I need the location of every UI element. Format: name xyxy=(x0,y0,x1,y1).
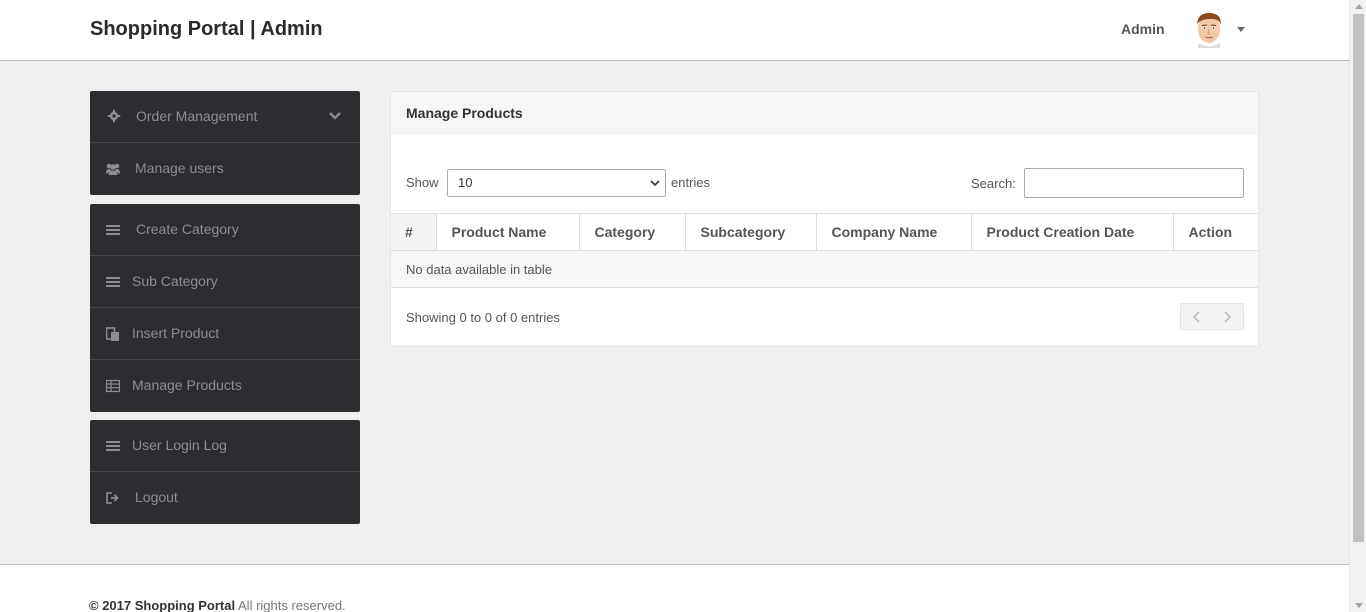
sidebar-item-label: Manage users xyxy=(135,160,224,176)
sidebar-group-account: User Login Log Logout xyxy=(90,420,360,524)
chevron-down-icon[interactable] xyxy=(328,111,342,121)
list-icon xyxy=(106,441,120,451)
footer: © 2017 Shopping Portal All rights reserv… xyxy=(0,564,1349,612)
sidebar-group-catalog: Create Category Sub Category Insert Prod… xyxy=(90,204,360,412)
sidebar-item-user-login-log[interactable]: User Login Log xyxy=(90,420,360,472)
sidebar-item-label: Order Management xyxy=(136,108,258,124)
table-icon xyxy=(106,379,120,393)
gear-icon xyxy=(107,109,121,123)
sidebar-item-label: Create Category xyxy=(136,221,239,237)
sidebar-item-manage-users[interactable]: Manage users xyxy=(90,143,360,195)
column-header-category[interactable]: Category xyxy=(579,213,686,251)
users-icon xyxy=(106,163,120,175)
pagination xyxy=(1180,303,1244,330)
sidebar-item-order-management[interactable]: Order Management xyxy=(90,91,360,143)
next-page-icon[interactable] xyxy=(1219,309,1235,325)
previous-page-icon[interactable] xyxy=(1189,309,1205,325)
list-icon xyxy=(106,277,120,287)
table-info: Showing 0 to 0 of 0 entries xyxy=(406,310,560,325)
sidebar-item-label: User Login Log xyxy=(132,437,227,453)
scroll-up-icon[interactable] xyxy=(1355,4,1363,9)
column-header-company-name[interactable]: Company Name xyxy=(816,213,972,251)
brand-title[interactable]: Shopping Portal | Admin xyxy=(90,18,323,41)
sidebar-item-sub-category[interactable]: Sub Category xyxy=(90,256,360,308)
entries-label: entries xyxy=(671,175,711,190)
sign-out-icon xyxy=(106,492,119,504)
sidebar-item-label: Insert Product xyxy=(132,325,220,341)
empty-table-message: No data available in table xyxy=(391,250,1258,288)
paste-icon xyxy=(106,327,119,341)
show-label: Show xyxy=(406,175,439,190)
user-dropdown-caret-icon[interactable] xyxy=(1237,27,1245,32)
sidebar-item-label: Sub Category xyxy=(132,273,218,289)
panel-header: Manage Products xyxy=(391,92,1258,134)
chevron-down-icon xyxy=(650,180,660,187)
scrollbar-thumb[interactable] xyxy=(1353,14,1364,542)
top-navbar: Shopping Portal | Admin Admin xyxy=(0,0,1349,61)
table-header-row: # Product Name Category Subcategory Comp… xyxy=(391,213,1258,251)
column-header-number[interactable]: # xyxy=(391,213,437,251)
sidebar-item-create-category[interactable]: Create Category xyxy=(90,204,360,256)
table-row: No data available in table xyxy=(391,250,1258,288)
rights-text: All rights reserved. xyxy=(238,598,346,612)
column-header-action[interactable]: Action xyxy=(1173,213,1258,251)
list-icon xyxy=(106,225,120,235)
entries-length-select[interactable]: 10 xyxy=(447,169,666,197)
avatar[interactable] xyxy=(1192,10,1226,48)
user-name-label[interactable]: Admin xyxy=(1121,21,1165,37)
search-label: Search: xyxy=(971,176,1016,191)
column-header-subcategory[interactable]: Subcategory xyxy=(685,213,817,251)
footer-copyright: © 2017 Shopping Portal All rights reserv… xyxy=(89,598,346,612)
sidebar-item-label: Logout xyxy=(135,489,178,505)
search-input[interactable] xyxy=(1024,168,1244,198)
scroll-down-icon[interactable] xyxy=(1355,603,1363,608)
entries-length-value: 10 xyxy=(458,175,473,190)
copyright-text: © 2017 Shopping Portal xyxy=(89,598,236,612)
sidebar-group-orders: Order Management Manage users xyxy=(90,91,360,195)
sidebar-item-insert-product[interactable]: Insert Product xyxy=(90,308,360,360)
products-table: # Product Name Category Subcategory Comp… xyxy=(391,213,1258,288)
sidebar-item-manage-products[interactable]: Manage Products xyxy=(90,360,360,412)
manage-products-panel: Manage Products Show 10 entries Search: … xyxy=(390,91,1259,347)
page-scrollbar[interactable] xyxy=(1349,0,1366,612)
column-header-creation-date[interactable]: Product Creation Date xyxy=(971,213,1174,251)
panel-title: Manage Products xyxy=(406,105,523,121)
sidebar-item-logout[interactable]: Logout xyxy=(90,472,360,524)
sidebar-item-label: Manage Products xyxy=(132,377,242,393)
column-header-product-name[interactable]: Product Name xyxy=(436,213,580,251)
